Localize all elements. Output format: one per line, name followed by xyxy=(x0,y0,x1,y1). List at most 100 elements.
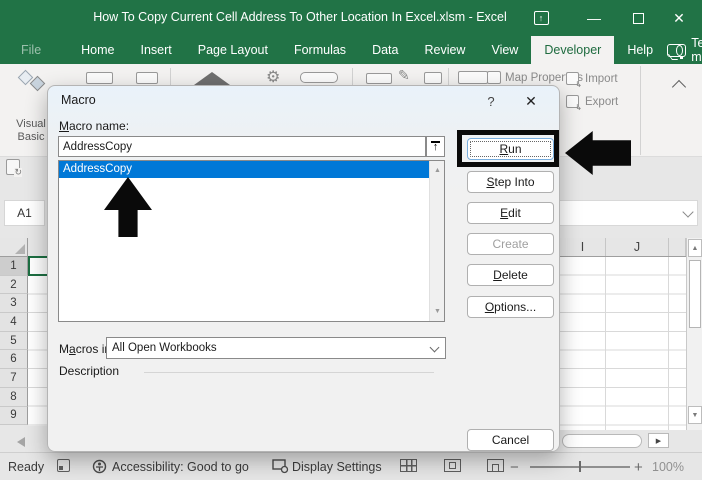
vertical-scrollbar-thumb[interactable] xyxy=(689,260,701,328)
status-ready: Ready xyxy=(8,453,44,480)
active-cell-a1[interactable] xyxy=(28,256,47,276)
tab-formulas[interactable]: Formulas xyxy=(281,36,359,64)
page-layout-glyph xyxy=(449,462,456,469)
description-label: Description xyxy=(59,364,119,378)
minimize-icon[interactable]: — xyxy=(580,0,608,36)
ribbon-tabs: File HomeInsertPage LayoutFormulasDataRev… xyxy=(0,36,702,64)
display-settings-label[interactable]: Display Settings xyxy=(292,453,382,480)
edit-button[interactable]: Edit xyxy=(467,202,554,224)
sheet-view-icon[interactable] xyxy=(6,159,20,175)
view-code-icon[interactable] xyxy=(458,71,488,84)
macro-recording-icon[interactable] xyxy=(57,459,70,472)
sheet-scroll-left-icon[interactable] xyxy=(17,437,25,447)
row-header-9[interactable]: 9 xyxy=(0,407,28,426)
formula-bar[interactable] xyxy=(553,200,698,226)
macro-name-label-rest: acro name: xyxy=(69,119,129,133)
macros-in-dropdown[interactable]: All Open Workbooks xyxy=(106,337,446,359)
accessibility-status[interactable]: Accessibility: Good to go xyxy=(112,453,249,480)
page-layout-view-icon[interactable] xyxy=(444,459,461,472)
grid-cells-left[interactable] xyxy=(28,257,47,426)
tab-home[interactable]: Home xyxy=(68,36,127,64)
row-header-3[interactable]: 3 xyxy=(0,294,28,313)
step-into-button[interactable]: Step Into xyxy=(467,171,554,193)
row-header-4[interactable]: 4 xyxy=(0,313,28,332)
row-header-5[interactable]: 5 xyxy=(0,332,28,351)
tab-data[interactable]: Data xyxy=(359,36,411,64)
import-label[interactable]: Import xyxy=(585,73,618,85)
maximize-icon[interactable] xyxy=(624,0,652,36)
dialog-close-icon[interactable]: ✕ xyxy=(518,89,544,113)
cancel-button[interactable]: Cancel xyxy=(467,429,554,451)
dialog-help-icon[interactable]: ? xyxy=(480,90,502,112)
use-relative-references-icon[interactable] xyxy=(136,72,158,84)
select-all-corner[interactable] xyxy=(0,238,28,257)
properties-icon[interactable] xyxy=(424,72,442,84)
cancel-label: Cancel xyxy=(492,433,529,447)
excel-add-ins-gear-icon[interactable]: ⚙ xyxy=(266,67,280,87)
scroll-up-icon[interactable]: ▲ xyxy=(688,239,702,257)
page-break-view-icon[interactable] xyxy=(487,459,504,472)
list-scroll-up-icon[interactable]: ▲ xyxy=(430,163,445,178)
macro-name-input[interactable] xyxy=(58,136,426,157)
scroll-to-top-button[interactable]: ↑ xyxy=(426,136,445,157)
zoom-out-icon[interactable]: − xyxy=(510,453,519,480)
tab-review[interactable]: Review xyxy=(411,36,478,64)
tab-file[interactable]: File xyxy=(8,36,54,64)
tab-help[interactable]: Help xyxy=(614,36,666,64)
delete-button[interactable]: Delete xyxy=(467,264,554,286)
normal-view-icon[interactable] xyxy=(400,459,417,472)
tab-insert[interactable]: Insert xyxy=(128,36,185,64)
map-properties-icon[interactable] xyxy=(487,71,501,84)
column-header-partial[interactable] xyxy=(669,238,686,256)
ribbon-display-glyph: ↑ xyxy=(534,11,549,25)
macro-name-label-key: M xyxy=(59,119,69,133)
list-scrollbar[interactable]: ▲ ▼ xyxy=(429,161,444,321)
column-header-i[interactable]: I xyxy=(560,238,606,256)
zoom-slider-thumb[interactable] xyxy=(579,461,581,472)
design-mode-icon[interactable]: ✎ xyxy=(398,67,410,84)
com-add-ins-icon[interactable] xyxy=(300,72,338,83)
group-separator xyxy=(640,66,641,155)
macro-list[interactable]: AddressCopy ▲ ▼ xyxy=(58,160,445,322)
tab-view[interactable]: View xyxy=(478,36,531,64)
close-window-icon[interactable]: ✕ xyxy=(664,0,694,36)
row-header-6[interactable]: 6 xyxy=(0,350,28,369)
step-into-label-rest: tep Into xyxy=(494,175,534,189)
scroll-right-icon[interactable]: ▶ xyxy=(648,433,669,448)
maximize-glyph xyxy=(633,13,644,24)
title-bar: How To Copy Current Cell Address To Othe… xyxy=(0,0,702,36)
row-header-7[interactable]: 7 xyxy=(0,369,28,388)
add-ins-icon[interactable] xyxy=(194,72,230,85)
row-header-8[interactable]: 8 xyxy=(0,388,28,407)
export-icon[interactable] xyxy=(566,95,579,108)
group-separator xyxy=(352,68,353,85)
name-box[interactable]: A1 xyxy=(4,200,45,226)
create-button: Create xyxy=(467,233,554,255)
row-header-2[interactable]: 2 xyxy=(0,276,28,295)
grid-cells-right[interactable] xyxy=(560,257,686,430)
options-button[interactable]: Options... xyxy=(467,296,554,318)
macro-list-item[interactable]: AddressCopy xyxy=(59,161,429,178)
tab-developer[interactable]: Developer xyxy=(531,36,614,64)
column-header-j[interactable]: J xyxy=(606,238,669,256)
scroll-down-icon[interactable]: ▼ xyxy=(688,406,702,424)
row-header-1[interactable]: 1 xyxy=(0,257,28,276)
export-label[interactable]: Export xyxy=(585,96,618,108)
excel-window: How To Copy Current Cell Address To Othe… xyxy=(0,0,702,480)
run-button[interactable]: Run xyxy=(467,138,554,160)
edit-label-key: E xyxy=(500,206,508,220)
step-into-label-key: S xyxy=(486,175,494,189)
comments-icon[interactable] xyxy=(667,44,686,57)
tab-page-layout[interactable]: Page Layout xyxy=(185,36,281,64)
vertical-scrollbar[interactable]: ▲ ▼ xyxy=(686,238,702,430)
horizontal-scrollbar-thumb[interactable] xyxy=(562,434,642,448)
import-icon[interactable] xyxy=(566,72,579,85)
ribbon-display-options-icon[interactable]: ↑ xyxy=(528,0,554,36)
record-macro-icon[interactable] xyxy=(86,72,113,84)
formula-bar-expand-chevron-icon[interactable] xyxy=(682,206,693,217)
zoom-in-icon[interactable]: + xyxy=(634,453,643,480)
zoom-level[interactable]: 100% xyxy=(652,453,684,480)
insert-controls-icon[interactable] xyxy=(366,73,392,84)
macro-name-label: Macro name: xyxy=(59,119,129,133)
list-scroll-down-icon[interactable]: ▼ xyxy=(430,304,445,319)
